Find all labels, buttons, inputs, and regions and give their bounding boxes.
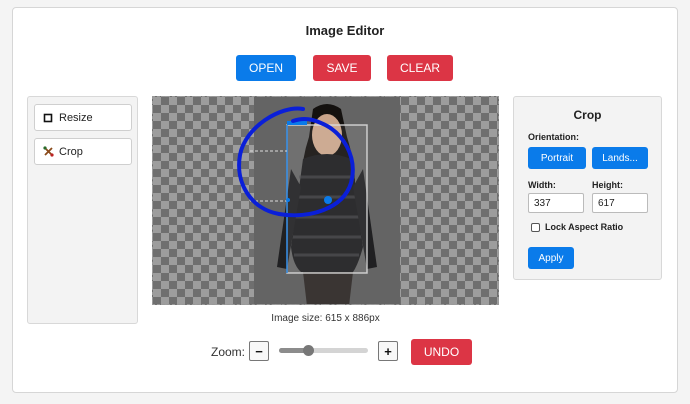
- zoom-label: Zoom:: [211, 345, 246, 359]
- crop-panel: Crop Orientation: Portrait Lands... Widt…: [513, 96, 662, 280]
- panel-title: Crop: [573, 108, 602, 122]
- save-button[interactable]: SAVE: [313, 55, 371, 81]
- zoom-out-button[interactable]: −: [249, 341, 269, 361]
- width-field[interactable]: [528, 193, 584, 213]
- height-field[interactable]: [592, 193, 648, 213]
- width-label: Width:: [528, 180, 556, 190]
- lock-aspect-checkbox-row[interactable]: Lock Aspect Ratio: [531, 222, 623, 232]
- apply-button[interactable]: Apply: [528, 247, 574, 269]
- zoom-in-button[interactable]: +: [378, 341, 398, 361]
- square-icon: [42, 113, 54, 123]
- image-canvas[interactable]: [152, 96, 499, 305]
- lock-aspect-label: Lock Aspect Ratio: [545, 222, 624, 232]
- lock-aspect-checkbox[interactable]: [531, 222, 540, 232]
- portrait-button[interactable]: Portrait: [528, 147, 586, 169]
- open-button[interactable]: OPEN: [236, 55, 296, 81]
- crop-icon: [42, 146, 54, 157]
- sidebar-item-label: Crop: [59, 145, 83, 158]
- sidebar-item-resize[interactable]: Resize: [34, 104, 132, 131]
- sidebar-item-label: Resize: [59, 111, 93, 124]
- undo-button[interactable]: UNDO: [411, 339, 472, 365]
- page-title: Image Editor: [305, 23, 385, 38]
- tools-sidebar: Resize Crop: [27, 96, 138, 324]
- image-size-text: Image size: 615 x 886px: [271, 313, 380, 324]
- orientation-label: Orientation:: [528, 132, 579, 142]
- zoom-slider[interactable]: [279, 345, 368, 356]
- height-label: Height:: [592, 180, 623, 190]
- landscape-button[interactable]: Lands...: [592, 147, 648, 169]
- clear-button[interactable]: CLEAR: [387, 55, 453, 81]
- sidebar-item-crop[interactable]: Crop: [34, 138, 132, 165]
- photo-image: [237, 97, 400, 304]
